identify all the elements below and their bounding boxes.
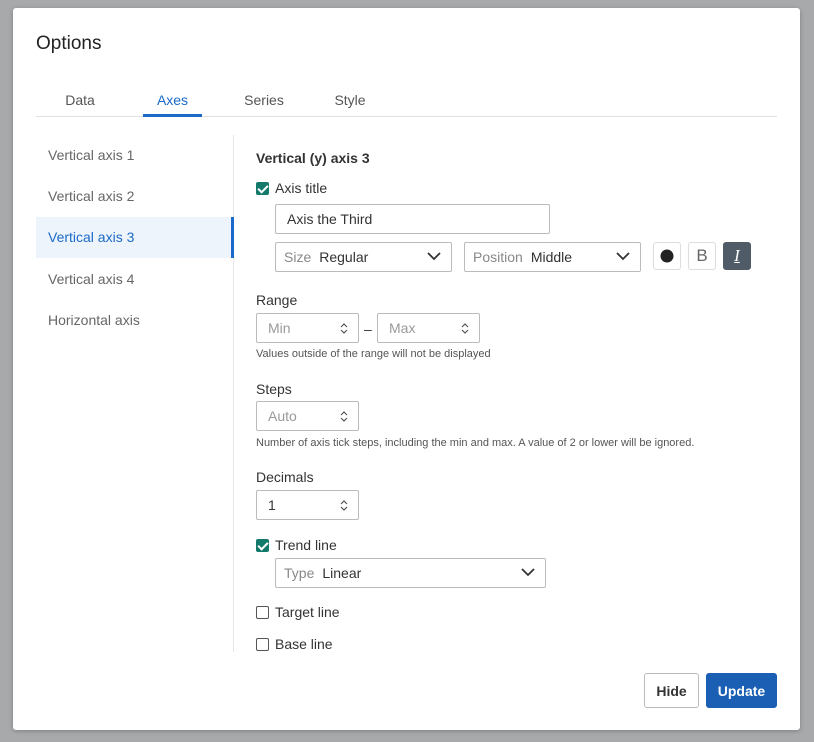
- trend-line-checkbox[interactable]: [256, 538, 269, 552]
- size-select-value: Regular: [319, 249, 369, 265]
- options-dialog: Options Data Axes Series Style Vertical …: [13, 8, 800, 730]
- spinner-arrows-icon[interactable]: [461, 322, 469, 335]
- range-min-placeholder: Min: [268, 320, 291, 336]
- range-max-placeholder: Max: [389, 320, 416, 336]
- steps-placeholder: Auto: [268, 408, 297, 424]
- steps-hint: Number of axis tick steps, including the…: [256, 437, 695, 449]
- trend-type-value: Linear: [322, 565, 362, 581]
- target-line-checkbox[interactable]: [256, 605, 269, 619]
- axis-title-checkbox-row[interactable]: Axis title: [256, 180, 327, 196]
- decimals-label: Decimals: [256, 469, 314, 485]
- sidebar-item-horizontal-axis[interactable]: Horizontal axis: [36, 300, 234, 341]
- base-line-checkbox[interactable]: [256, 637, 269, 651]
- steps-label: Steps: [256, 381, 292, 397]
- tab-style[interactable]: Style: [323, 88, 377, 117]
- target-line-checkbox-label: Target line: [275, 604, 340, 620]
- position-select[interactable]: Position Middle: [464, 242, 641, 272]
- sidebar-item-vertical-axis-2[interactable]: Vertical axis 2: [36, 176, 234, 217]
- range-hint: Values outside of the range will not be …: [256, 348, 491, 360]
- sidebar-item-vertical-axis-1[interactable]: Vertical axis 1: [36, 135, 234, 176]
- trend-type-select[interactable]: Type Linear: [275, 558, 546, 588]
- update-button[interactable]: Update: [706, 673, 777, 708]
- base-line-checkbox-label: Base line: [275, 636, 333, 652]
- hide-button[interactable]: Hide: [644, 673, 699, 708]
- range-label: Range: [256, 292, 298, 308]
- trend-line-checkbox-row[interactable]: Trend line: [256, 537, 337, 553]
- bold-button[interactable]: B: [688, 242, 716, 270]
- decimals-value: 1: [268, 497, 276, 513]
- tab-axes[interactable]: Axes: [143, 88, 202, 117]
- axis-title-checkbox[interactable]: [256, 181, 269, 195]
- trend-type-label: Type: [284, 565, 315, 581]
- sidebar-item-vertical-axis-3[interactable]: Vertical axis 3: [36, 217, 234, 258]
- bold-icon: B: [696, 246, 708, 265]
- spinner-arrows-icon[interactable]: [340, 410, 348, 423]
- axis-title-input[interactable]: Axis the Third: [275, 204, 550, 234]
- size-select[interactable]: Size Regular: [275, 242, 452, 272]
- tab-data[interactable]: Data: [53, 88, 107, 117]
- range-separator: –: [364, 321, 372, 337]
- color-dot-icon: [660, 249, 674, 263]
- axis-heading: Vertical (y) axis 3: [256, 150, 370, 166]
- title-color-button[interactable]: [653, 242, 681, 270]
- chevron-down-icon: [521, 568, 535, 577]
- target-line-checkbox-row[interactable]: Target line: [256, 604, 340, 620]
- chevron-down-icon: [616, 252, 630, 261]
- spinner-arrows-icon[interactable]: [340, 322, 348, 335]
- dialog-title: Options: [36, 33, 102, 54]
- spinner-arrows-icon[interactable]: [340, 499, 348, 512]
- decimals-input[interactable]: 1: [256, 490, 359, 520]
- base-line-checkbox-row[interactable]: Base line: [256, 636, 333, 652]
- italic-button[interactable]: I: [723, 242, 751, 270]
- position-select-value: Middle: [530, 249, 573, 265]
- tab-series[interactable]: Series: [234, 88, 294, 117]
- size-select-label: Size: [284, 249, 312, 265]
- chevron-down-icon: [427, 252, 441, 261]
- axis-sidebar: Vertical axis 1 Vertical axis 2 Vertical…: [36, 135, 234, 652]
- tab-bar: Data Axes Series Style: [36, 88, 777, 117]
- trend-line-checkbox-label: Trend line: [275, 537, 337, 553]
- range-min-input[interactable]: Min: [256, 313, 359, 343]
- italic-icon: I: [734, 246, 740, 265]
- sidebar-item-vertical-axis-4[interactable]: Vertical axis 4: [36, 259, 234, 300]
- range-max-input[interactable]: Max: [377, 313, 480, 343]
- steps-input[interactable]: Auto: [256, 401, 359, 431]
- axis-title-checkbox-label: Axis title: [275, 180, 328, 196]
- position-select-label: Position: [473, 249, 523, 265]
